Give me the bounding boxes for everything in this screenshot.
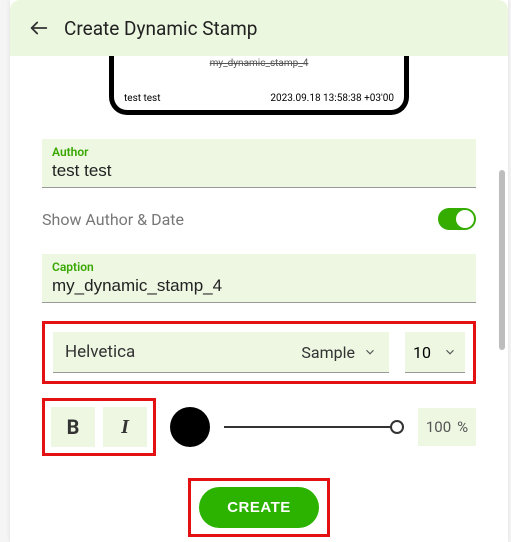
chevron-down-icon — [363, 345, 377, 359]
show-author-date-toggle[interactable] — [438, 208, 476, 230]
create-button-highlight: CREATE — [188, 478, 330, 537]
color-picker-button[interactable] — [170, 407, 210, 447]
caption-field[interactable]: Caption — [42, 254, 476, 303]
author-field[interactable]: Author — [42, 139, 476, 188]
font-family-select[interactable]: Helvetica Sample — [53, 332, 389, 373]
font-family-value: Helvetica — [65, 342, 135, 362]
font-size-value: 10 — [413, 343, 431, 362]
dialog-panel: Create Dynamic Stamp my_dynamic_stamp_4 … — [10, 0, 508, 542]
caption-input[interactable] — [52, 276, 466, 296]
preview-caption: my_dynamic_stamp_4 — [124, 58, 394, 69]
author-label: Author — [52, 145, 466, 159]
stamp-preview: my_dynamic_stamp_4 test test 2023.09.18 … — [109, 56, 409, 115]
caption-label: Caption — [52, 260, 466, 274]
slider-thumb[interactable] — [390, 420, 404, 434]
font-controls-group: Helvetica Sample 10 — [42, 321, 476, 384]
dialog-title: Create Dynamic Stamp — [64, 17, 257, 40]
toggle-label: Show Author & Date — [42, 210, 184, 229]
slider-track — [224, 426, 404, 428]
bold-button[interactable]: B — [51, 407, 95, 447]
font-sample-label: Sample — [301, 343, 355, 362]
preview-author: test test — [124, 93, 161, 104]
opacity-unit: % — [457, 418, 468, 436]
font-size-select[interactable]: 10 — [405, 332, 465, 373]
opacity-value: 100 — [426, 418, 451, 436]
show-author-date-row: Show Author & Date — [42, 208, 476, 230]
back-arrow-icon[interactable] — [28, 17, 50, 39]
italic-button[interactable]: I — [103, 407, 147, 447]
create-button[interactable]: CREATE — [199, 487, 319, 528]
opacity-value-box[interactable]: 100 % — [418, 408, 476, 446]
scrollbar-thumb[interactable] — [499, 170, 505, 350]
style-controls-row: B I 100 % — [42, 398, 476, 456]
opacity-slider[interactable] — [224, 417, 404, 437]
author-input[interactable] — [52, 161, 466, 181]
dialog-header: Create Dynamic Stamp — [10, 0, 508, 56]
bold-italic-group: B I — [42, 398, 156, 456]
preview-timestamp: 2023.09.18 13:58:38 +03'00 — [270, 93, 394, 104]
dialog-body: my_dynamic_stamp_4 test test 2023.09.18 … — [10, 56, 508, 542]
chevron-down-icon — [443, 345, 457, 359]
